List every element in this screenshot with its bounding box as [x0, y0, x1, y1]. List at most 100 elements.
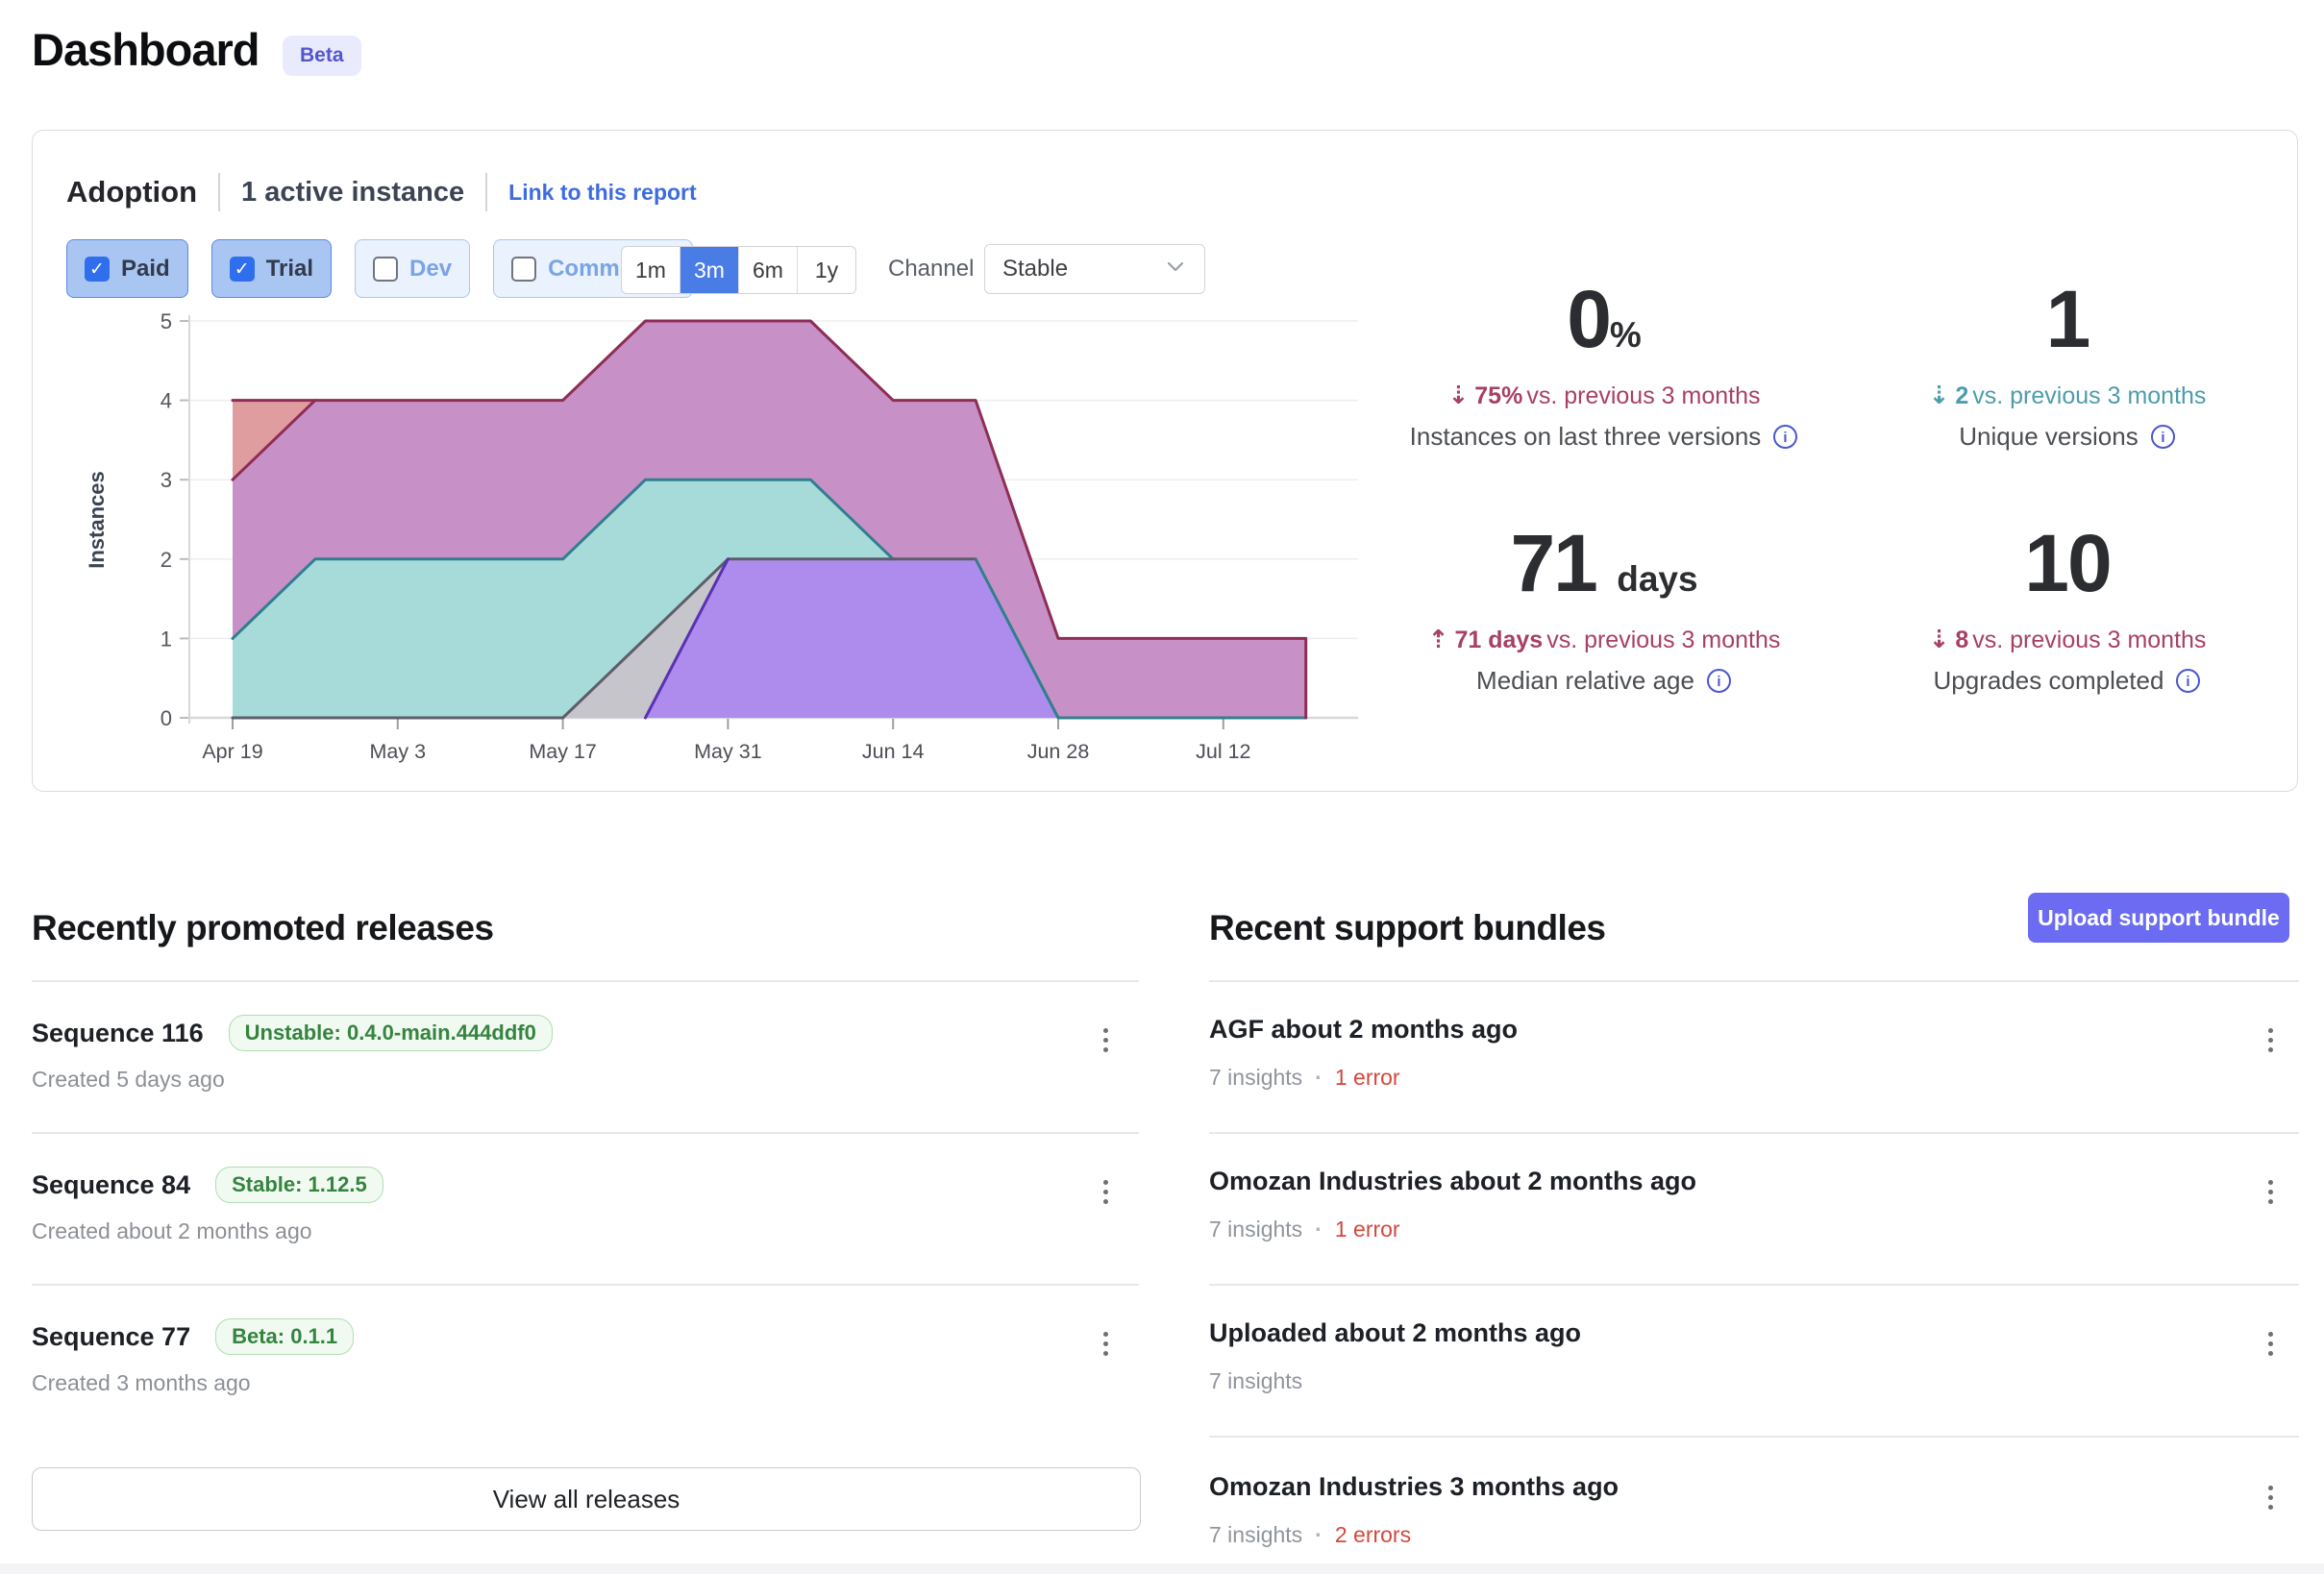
kebab-menu-icon[interactable] — [1098, 1174, 1114, 1210]
adoption-area-chart: 012345Apr 19May 3May 17May 31Jun 14Jun 2… — [39, 278, 1385, 770]
release-version-badge: Unstable: 0.4.0-main.444ddf0 — [229, 1015, 553, 1051]
release-version-badge: Stable: 1.12.5 — [215, 1167, 383, 1203]
bundle-error-count: 1 error — [1335, 1217, 1400, 1242]
bundle-title[interactable]: Uploaded about 2 months ago — [1209, 1318, 1581, 1348]
kebab-menu-icon[interactable] — [1098, 1022, 1114, 1058]
kebab-menu-icon[interactable] — [2262, 1174, 2279, 1210]
kebab-menu-icon[interactable] — [2262, 1326, 2279, 1362]
bundles-section-title: Recent support bundles — [1209, 908, 1605, 948]
divider — [1209, 1132, 2299, 1134]
dashboard-page: Dashboard Beta Adoption 1 active instanc… — [0, 0, 2324, 1574]
up-dashed-arrow-icon: ⇡ — [1428, 626, 1449, 654]
bundle-title[interactable]: AGF about 2 months ago — [1209, 1015, 1518, 1045]
divider — [485, 173, 487, 211]
down-dashed-arrow-icon: ⇣ — [1447, 381, 1469, 410]
divider — [32, 980, 1139, 982]
kebab-menu-icon[interactable] — [2262, 1480, 2279, 1515]
bundle-error-count: 1 error — [1335, 1065, 1400, 1091]
bundle-meta: 7 insights · 1 error — [1209, 1065, 1400, 1091]
svg-text:1: 1 — [161, 627, 172, 651]
bundle-title[interactable]: Omozan Industries about 2 months ago — [1209, 1167, 1696, 1196]
bundle-meta: 7 insights — [1209, 1368, 1327, 1394]
bundle-insights: 7 insights — [1209, 1368, 1302, 1394]
stat-value: 1 — [1837, 275, 2298, 380]
upload-support-bundle-button[interactable]: Upload support bundle — [2028, 893, 2289, 943]
stat-delta: ⇡71 daysvs. previous 3 months — [1373, 626, 1835, 654]
dot-separator: · — [1315, 1522, 1323, 1548]
svg-text:0: 0 — [161, 706, 172, 730]
release-version-badge: Beta: 0.1.1 — [215, 1318, 354, 1355]
svg-text:i: i — [1717, 674, 1720, 690]
stat-delta: ⇣75%vs. previous 3 months — [1373, 381, 1835, 410]
kebab-menu-icon[interactable] — [2262, 1022, 2279, 1058]
info-icon[interactable]: i — [2150, 424, 2176, 450]
svg-text:2: 2 — [161, 548, 172, 572]
svg-text:4: 4 — [161, 389, 172, 413]
next-section-edge — [0, 1563, 2324, 1574]
down-dashed-arrow-icon: ⇣ — [1929, 626, 1950, 654]
active-instance-count: 1 active instance — [241, 177, 464, 209]
view-all-releases-button[interactable]: View all releases — [32, 1467, 1141, 1531]
stat-value: 0% — [1373, 275, 1835, 380]
divider — [32, 1284, 1139, 1286]
bundle-insights: 7 insights — [1209, 1522, 1302, 1548]
svg-text:May 3: May 3 — [370, 740, 427, 763]
svg-text:3: 3 — [161, 468, 172, 492]
svg-text:Instances: Instances — [85, 471, 109, 569]
bundle-insights: 7 insights — [1209, 1217, 1302, 1242]
svg-text:5: 5 — [161, 309, 172, 333]
bundle-meta: 7 insights · 1 error — [1209, 1217, 1400, 1242]
adoption-title-row: Adoption 1 active instance Link to this … — [66, 173, 697, 211]
stat-median-relative-age: 71 days ⇡71 daysvs. previous 3 months Me… — [1373, 519, 1835, 696]
svg-text:Jun 28: Jun 28 — [1027, 740, 1090, 763]
release-created-text: Created 3 months ago — [32, 1370, 251, 1396]
bundle-meta: 7 insights · 2 errors — [1209, 1522, 1411, 1548]
release-row[interactable]: Sequence 77 Beta: 0.1.1 — [32, 1318, 354, 1355]
svg-text:May 31: May 31 — [694, 740, 762, 763]
dot-separator: · — [1315, 1217, 1323, 1242]
beta-badge: Beta — [283, 36, 361, 76]
adoption-card: Adoption 1 active instance Link to this … — [32, 130, 2298, 792]
stat-label: Median relative age i — [1373, 666, 1835, 696]
svg-text:Jun 14: Jun 14 — [862, 740, 925, 763]
stat-value: 10 — [1837, 519, 2298, 624]
bundle-title[interactable]: Omozan Industries 3 months ago — [1209, 1472, 1619, 1502]
divider — [1209, 1284, 2299, 1286]
stat-label: Upgrades completed i — [1837, 666, 2298, 696]
info-icon[interactable]: i — [1706, 668, 1732, 694]
release-row[interactable]: Sequence 116 Unstable: 0.4.0-main.444ddf… — [32, 1015, 553, 1051]
divider — [32, 1132, 1139, 1134]
kebab-menu-icon[interactable] — [1098, 1326, 1114, 1362]
release-name: Sequence 84 — [32, 1170, 190, 1200]
release-created-text: Created 5 days ago — [32, 1067, 225, 1093]
bundle-insights: 7 insights — [1209, 1065, 1302, 1091]
svg-text:i: i — [2187, 674, 2190, 690]
stat-label: Unique versions i — [1837, 422, 2298, 452]
svg-text:May 17: May 17 — [529, 740, 597, 763]
info-icon[interactable]: i — [2175, 668, 2201, 694]
adoption-title: Adoption — [66, 175, 197, 209]
stat-instances-last-three-versions: 0% ⇣75%vs. previous 3 months Instances o… — [1373, 275, 1835, 452]
svg-text:Jul 12: Jul 12 — [1196, 740, 1250, 763]
stat-delta: ⇣2vs. previous 3 months — [1837, 381, 2298, 410]
stat-delta: ⇣8vs. previous 3 months — [1837, 626, 2298, 654]
bundle-error-count: 2 errors — [1335, 1522, 1411, 1548]
info-icon[interactable]: i — [1772, 424, 1798, 450]
release-name: Sequence 116 — [32, 1019, 204, 1048]
stat-upgrades-completed: 10 ⇣8vs. previous 3 months Upgrades comp… — [1837, 519, 2298, 696]
dot-separator: · — [1315, 1065, 1323, 1091]
svg-text:i: i — [1784, 430, 1788, 446]
releases-section-title: Recently promoted releases — [32, 908, 494, 948]
divider — [1209, 1436, 2299, 1438]
down-dashed-arrow-icon: ⇣ — [1929, 381, 1950, 410]
stat-label: Instances on last three versions i — [1373, 422, 1835, 452]
release-name: Sequence 77 — [32, 1322, 190, 1352]
stat-unique-versions: 1 ⇣2vs. previous 3 months Unique version… — [1837, 275, 2298, 452]
divider — [1209, 980, 2299, 982]
divider — [218, 173, 220, 211]
page-title: Dashboard — [32, 23, 260, 76]
stat-value: 71 days — [1373, 519, 1835, 624]
release-created-text: Created about 2 months ago — [32, 1218, 312, 1244]
link-to-report-link[interactable]: Link to this report — [508, 180, 697, 206]
release-row[interactable]: Sequence 84 Stable: 1.12.5 — [32, 1167, 383, 1203]
